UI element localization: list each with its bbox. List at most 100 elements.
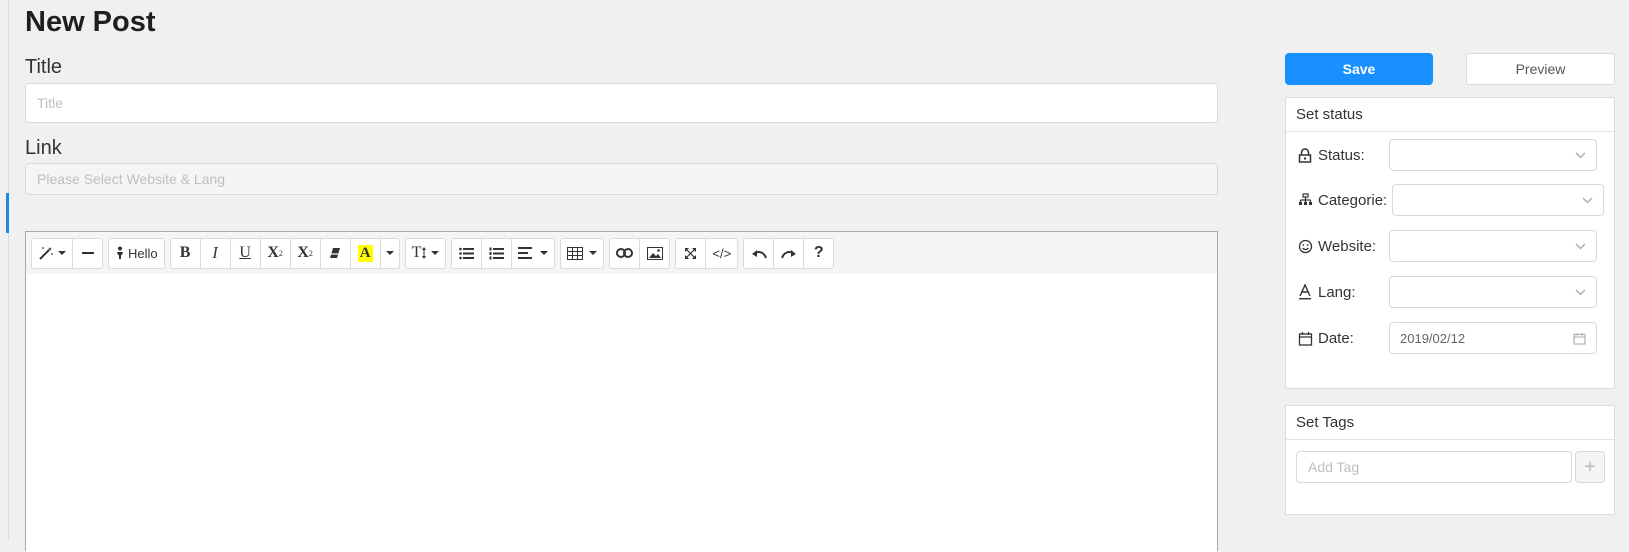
lang-label: Lang: — [1318, 283, 1356, 301]
undo-button[interactable] — [743, 237, 775, 269]
website-label: Website: — [1318, 237, 1377, 255]
hello-group: Hello — [108, 237, 165, 269]
chevron-down-icon — [540, 251, 549, 255]
active-indicator — [6, 193, 9, 233]
font-color-dropdown[interactable] — [379, 237, 400, 269]
font-size-button[interactable]: T — [404, 237, 447, 269]
chevron-down-icon — [431, 251, 440, 255]
magic-wand-icon — [39, 247, 53, 260]
link-button[interactable] — [609, 237, 641, 269]
view-group: </> — [675, 237, 739, 269]
eraser-icon — [330, 248, 341, 258]
fullscreen-button[interactable] — [675, 237, 707, 269]
bold-label: B — [179, 244, 191, 261]
italic-button[interactable]: I — [199, 237, 231, 269]
font-color-label: A — [357, 244, 373, 262]
paragraph-group — [451, 237, 556, 269]
date-value: 2019/02/12 — [1400, 330, 1466, 346]
chevron-down-icon — [1575, 152, 1586, 158]
subscript-mark: 2 — [308, 248, 313, 258]
unordered-list-button[interactable] — [451, 237, 483, 269]
height-arrows-icon — [422, 247, 427, 259]
code-view-button[interactable]: </> — [705, 237, 739, 269]
underline-button[interactable]: U — [229, 237, 261, 269]
align-left-icon — [518, 247, 533, 259]
tags-panel: Set Tags + — [1285, 405, 1615, 515]
font-style-group: B I U X2 X2 A — [169, 237, 400, 269]
image-icon — [646, 246, 663, 260]
italic-label: I — [212, 243, 218, 262]
link-label: Link — [25, 137, 62, 159]
title-label: Title — [25, 56, 63, 78]
status-row: Status: — [1296, 139, 1365, 171]
underline-label: U — [239, 244, 251, 261]
redo-button[interactable] — [773, 237, 805, 269]
help-button[interactable]: ? — [803, 237, 835, 269]
superscript-mark: 2 — [278, 248, 283, 258]
insert-group — [609, 237, 671, 269]
date-picker[interactable]: 2019/02/12 — [1389, 322, 1597, 354]
calendar-icon — [1298, 331, 1312, 346]
superscript-button[interactable]: X2 — [259, 237, 291, 269]
status-label: Status: — [1318, 146, 1365, 164]
title-input[interactable] — [25, 83, 1218, 123]
subscript-button[interactable]: X2 — [289, 237, 321, 269]
style-dropdown-button[interactable] — [31, 237, 73, 269]
plus-icon: + — [1584, 455, 1596, 478]
horizontal-rule-icon — [81, 252, 94, 254]
categorie-select[interactable] — [1392, 184, 1604, 216]
calendar-icon — [1573, 332, 1586, 345]
hello-button[interactable]: Hello — [108, 237, 165, 269]
page-title: New Post — [25, 6, 156, 38]
sitemap-icon — [1298, 193, 1312, 205]
superscript-label: X — [267, 244, 279, 261]
left-rail — [0, 0, 9, 540]
undo-icon — [751, 249, 767, 258]
chevron-down-icon — [1575, 289, 1586, 295]
fullscreen-icon — [685, 247, 697, 259]
align-button[interactable] — [511, 237, 556, 269]
status-select[interactable] — [1389, 139, 1597, 171]
redo-icon — [780, 249, 796, 258]
link-icon — [616, 248, 634, 258]
bold-button[interactable]: B — [169, 237, 201, 269]
unordered-list-icon — [459, 247, 475, 259]
subscript-label: X — [297, 244, 309, 261]
add-tag-button[interactable]: + — [1575, 451, 1605, 483]
date-label: Date: — [1318, 329, 1354, 347]
font-size-label: T — [411, 244, 422, 261]
preview-button[interactable]: Preview — [1466, 53, 1615, 85]
image-button[interactable] — [639, 237, 671, 269]
history-group: ? — [743, 237, 835, 269]
link-input[interactable] — [25, 163, 1218, 195]
tags-panel-header: Set Tags — [1286, 406, 1614, 440]
editor-content-area[interactable] — [26, 274, 1217, 552]
website-select[interactable] — [1389, 230, 1597, 262]
smiley-icon — [1298, 239, 1312, 253]
help-label: ? — [813, 244, 824, 261]
hello-label: Hello — [128, 245, 158, 261]
lang-select[interactable] — [1389, 276, 1597, 308]
table-icon — [567, 246, 584, 260]
lock-icon — [1298, 147, 1312, 163]
font-letter-icon — [1299, 284, 1311, 300]
date-row: Date: — [1296, 322, 1354, 354]
lang-row: Lang: — [1296, 276, 1356, 308]
website-row: Website: — [1296, 230, 1376, 262]
font-size-group: T — [404, 237, 447, 269]
add-tag-input[interactable] — [1296, 451, 1572, 483]
status-panel: Set status Status: Categorie: Website: L… — [1285, 97, 1615, 389]
clear-format-button[interactable] — [319, 237, 351, 269]
ordered-list-button[interactable] — [481, 237, 513, 269]
save-button[interactable]: Save — [1285, 53, 1433, 85]
chevron-down-icon — [589, 251, 598, 255]
font-color-button[interactable]: A — [349, 237, 381, 269]
rich-text-editor: Hello B I U X2 X2 A T </> ? — [25, 231, 1218, 552]
table-button[interactable] — [560, 237, 605, 269]
chevron-down-icon — [385, 251, 394, 255]
categorie-label: Categorie: — [1318, 191, 1388, 209]
style-group — [31, 237, 103, 269]
editor-toolbar: Hello B I U X2 X2 A T </> ? — [26, 232, 1217, 274]
horizontal-rule-button[interactable] — [72, 237, 103, 269]
code-view-label: </> — [712, 245, 732, 261]
